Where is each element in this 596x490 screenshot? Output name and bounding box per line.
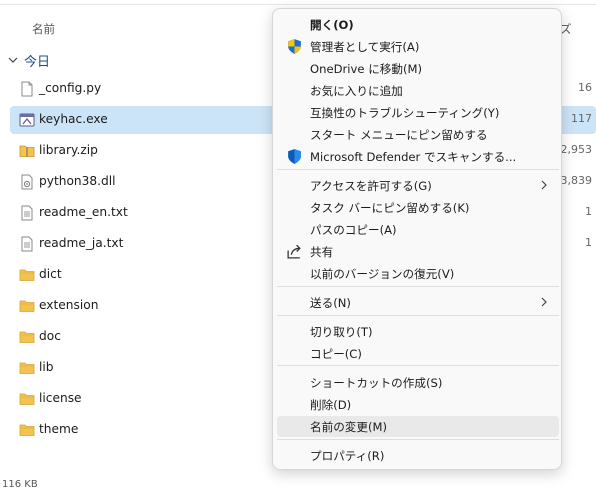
group-header-today[interactable]: 今日 (6, 50, 50, 70)
folder-icon (19, 298, 35, 314)
menu-item-label: 切り取り(T) (310, 325, 373, 339)
folder-icon (19, 329, 35, 345)
chevron-right-icon (539, 179, 549, 191)
menu-separator (277, 286, 559, 287)
menu-item-label: 名前の変更(M) (310, 420, 388, 434)
file-size: 117 (571, 112, 592, 125)
menu-item-label: 送る(N) (310, 296, 351, 310)
group-label: 今日 (24, 54, 51, 70)
menu-item-rename[interactable]: 名前の変更(M) (277, 416, 559, 437)
name-column-header[interactable]: 名前 (32, 21, 55, 37)
folder-icon (19, 391, 35, 407)
menu-item-label: スタート メニューにピン留めする (310, 128, 488, 142)
chevron-right-icon (539, 296, 549, 308)
file-size: 16 (578, 81, 592, 94)
menu-item-pin-to-start[interactable]: スタート メニューにピン留めする (277, 124, 559, 145)
menu-item-troubleshoot-compatibility[interactable]: 互換性のトラブルシューティング(Y) (277, 102, 559, 123)
folder-icon (19, 422, 35, 438)
menu-item-label: 以前のバージョンの復元(V) (310, 267, 455, 281)
menu-separator (277, 439, 559, 440)
menu-item-delete[interactable]: 削除(D) (277, 394, 559, 415)
menu-item-label: 削除(D) (310, 398, 352, 412)
context-menu: 開く(O) 管理者として実行(A) OneDrive に移動(M) お気に入りに追加互… (272, 8, 562, 470)
file-name: lib (39, 360, 54, 374)
menu-item-share[interactable]: 共有 (277, 241, 559, 262)
menu-item-copy-as-path[interactable]: パスのコピー(A) (277, 219, 559, 240)
menu-item-add-to-favorites[interactable]: お気に入りに追加 (277, 80, 559, 101)
chevron-down-icon (8, 57, 18, 63)
menu-item-label: コピー(C) (310, 347, 362, 361)
file-name: _config.py (39, 81, 102, 95)
menu-separator (277, 315, 559, 316)
status-selection-size: 116 KB (2, 479, 38, 490)
menu-item-copy[interactable]: コピー(C) (277, 343, 559, 364)
status-bar: 116 KB (2, 479, 54, 490)
menu-item-pin-to-taskbar[interactable]: タスク バーにピン留めする(K) (277, 197, 559, 218)
file-size: 2,953 (560, 143, 593, 156)
defender-shield-icon (286, 148, 303, 165)
file-size: 1 (585, 236, 592, 249)
file-name: python38.dll (39, 174, 116, 188)
file-name: library.zip (39, 143, 98, 157)
exe-icon (19, 112, 35, 128)
file-name: license (39, 391, 82, 405)
menu-item-label: 開く(O) (310, 18, 354, 32)
file-name: doc (39, 329, 61, 343)
menu-item-run-as-admin[interactable]: 管理者として実行(A) (277, 36, 559, 57)
menu-item-label: 互換性のトラブルシューティング(Y) (310, 106, 500, 120)
menu-item-label: 管理者として実行(A) (310, 40, 420, 54)
menu-item-send-to[interactable]: 送る(N) (277, 292, 559, 313)
text-file-icon (19, 205, 35, 221)
file-name: dict (39, 267, 62, 281)
dll-file-icon (19, 174, 35, 190)
menu-item-open[interactable]: 開く(O) (277, 14, 559, 35)
file-name: readme_ja.txt (39, 236, 124, 250)
menu-item-properties[interactable]: プロパティ(R) (277, 445, 559, 466)
file-name: readme_en.txt (39, 205, 128, 219)
file-name: keyhac.exe (39, 112, 108, 126)
menu-item-label: プロパティ(R) (310, 449, 385, 463)
menu-item-create-shortcut[interactable]: ショートカットの作成(S) (277, 372, 559, 393)
menu-item-label: パスのコピー(A) (310, 223, 397, 237)
file-size: 1 (585, 205, 592, 218)
folder-icon (19, 267, 35, 283)
menu-separator (277, 169, 559, 170)
menu-item-label: Microsoft Defender でスキャンする... (310, 150, 517, 164)
menu-item-label: 共有 (310, 245, 334, 259)
menu-item-label: ショートカットの作成(S) (310, 376, 443, 390)
menu-item-restore-previous-versions[interactable]: 以前のバージョンの復元(V) (277, 263, 559, 284)
menu-item-give-access-to[interactable]: アクセスを許可する(G) (277, 175, 559, 196)
menu-item-label: お気に入りに追加 (310, 84, 403, 98)
menu-item-scan-with-defender[interactable]: Microsoft Defender でスキャンする... (277, 146, 559, 167)
menu-item-move-to-onedrive[interactable]: OneDrive に移動(M) (277, 58, 559, 79)
folder-icon (19, 360, 35, 376)
file-name: extension (39, 298, 99, 312)
header-divider (0, 4, 596, 5)
zip-folder-icon (19, 143, 35, 159)
menu-item-label: タスク バーにピン留めする(K) (310, 201, 470, 215)
text-file-icon (19, 236, 35, 252)
menu-separator (277, 365, 559, 366)
file-name: theme (39, 422, 79, 436)
menu-item-label: OneDrive に移動(M) (310, 62, 423, 76)
file-size: 3,839 (560, 174, 593, 187)
uac-shield-icon (286, 38, 303, 55)
menu-item-cut[interactable]: 切り取り(T) (277, 321, 559, 342)
menu-item-label: アクセスを許可する(G) (310, 179, 432, 193)
share-icon (286, 243, 303, 260)
python-file-icon (19, 81, 35, 97)
